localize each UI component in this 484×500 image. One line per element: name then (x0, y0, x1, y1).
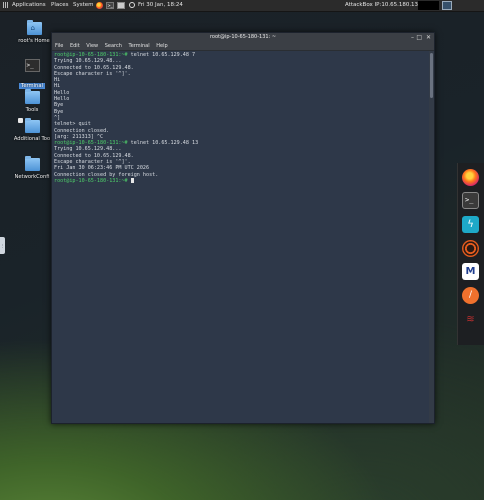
firefox-launcher-icon[interactable] (96, 2, 103, 9)
terminal-text: Hi (54, 83, 61, 90)
top-panel: Applications Places System >_ Fri 30 Jan… (0, 0, 484, 12)
terminal-text: Trying 10.65.129.48... (54, 146, 122, 153)
menu-search[interactable]: Search (105, 43, 122, 49)
terminal-text: telnet 10.65.129.48 7 (127, 52, 196, 58)
terminal-text: Connected to 10.65.129.48. (54, 64, 134, 71)
scrollbar-thumb[interactable] (430, 53, 433, 98)
terminal-text: Hello (54, 96, 70, 103)
terminal-text: [arg: 211313] ^C (54, 133, 104, 140)
clock-icon (129, 2, 135, 8)
terminal-output[interactable]: root@ip-10-65-180-131:~# telnet 10.65.12… (52, 51, 428, 423)
feather-icon[interactable]: / (462, 287, 479, 304)
close-icon[interactable]: ✕ (426, 34, 431, 41)
terminal-text: Bye (54, 102, 64, 109)
terminal-text: Connected to 10.65.129.48. (54, 152, 134, 159)
menu-view[interactable]: View (86, 43, 98, 49)
terminal-text: Escape character is '^]'. (54, 70, 131, 77)
metasploit-icon[interactable]: M (462, 263, 479, 280)
tryhackme-icon[interactable]: ϟ (462, 216, 479, 233)
terminal-launcher-icon[interactable]: >_ (106, 2, 114, 9)
shell-prompt: root@ip-10-65-180-131:~# (54, 177, 128, 184)
side-panel-handle[interactable]: ⋮ (0, 237, 5, 254)
menu-help[interactable]: Help (156, 43, 167, 49)
folder-icon (24, 89, 40, 104)
terminal-text: Connection closed. (54, 127, 110, 134)
app-dock: >_ ϟ M / ≋ (457, 163, 484, 345)
maximize-icon[interactable]: □ (416, 34, 422, 41)
shell-prompt: root@ip-10-65-180-131:~# (54, 52, 128, 58)
folder-icon (17, 118, 40, 133)
terminal-text: telnet> quit (54, 121, 91, 128)
system-menu[interactable]: System (73, 0, 94, 11)
terminal-text: Bye (54, 108, 64, 115)
menu-bar: File Edit View Search Terminal Help (52, 42, 434, 51)
menu-terminal[interactable]: Terminal (129, 43, 150, 49)
terminal-icon[interactable]: >_ (462, 192, 479, 209)
minimize-icon[interactable]: – (411, 34, 414, 41)
menu-edit[interactable]: Edit (70, 43, 80, 49)
places-menu[interactable]: Places (51, 0, 69, 11)
clock-datetime[interactable]: Fri 30 Jan, 18:24 (138, 0, 183, 11)
attackbox-ip: AttackBox IP:10.65.180.131 (345, 2, 422, 8)
window-titlebar[interactable]: root@ip-10-65-180-131: ~ – □ ✕ (52, 33, 434, 42)
terminal-text: Trying 10.65.129.48... (54, 58, 122, 65)
workspace-switcher-icon[interactable] (442, 1, 452, 10)
terminal-window[interactable]: root@ip-10-65-180-131: ~ – □ ✕ File Edit… (51, 32, 435, 424)
link-emblem-icon (17, 118, 23, 123)
terminal-icon: >_ (24, 59, 40, 72)
burp-icon[interactable] (462, 240, 479, 257)
text-editor-launcher-icon[interactable] (117, 2, 125, 9)
terminal-text: Connection closed by foreign host. (54, 171, 159, 178)
window-title: root@ip-10-65-180-131: ~ (209, 34, 277, 40)
ip-copy-box[interactable] (418, 1, 439, 10)
shell-prompt: root@ip-10-65-180-131:~# (54, 140, 128, 147)
firefox-icon[interactable] (462, 169, 479, 186)
terminal-text: ^] (54, 114, 61, 121)
tool-icon[interactable]: ≋ (462, 311, 479, 328)
menu-file[interactable]: File (55, 43, 63, 49)
desktop-icon-label: Terminal (19, 83, 45, 89)
terminal-text: Fri Jan 30 06:23:46 PM UTC 2026 (54, 165, 150, 172)
home-folder-icon: ⌂ (26, 20, 42, 35)
terminal-text: Escape character is '^]'. (54, 159, 131, 166)
terminal-text: Hello (54, 89, 70, 96)
terminal-text: Hi (54, 77, 61, 84)
applications-icon[interactable] (3, 2, 9, 8)
text-cursor (130, 177, 134, 183)
terminal-scrollbar[interactable] (429, 51, 434, 423)
terminal-text: telnet 10.65.129.48 13 (127, 140, 199, 147)
terminal-line: root@ip-10-65-180-131:~# (54, 177, 426, 184)
applications-menu[interactable]: Applications (12, 0, 46, 11)
folder-icon (24, 156, 40, 171)
